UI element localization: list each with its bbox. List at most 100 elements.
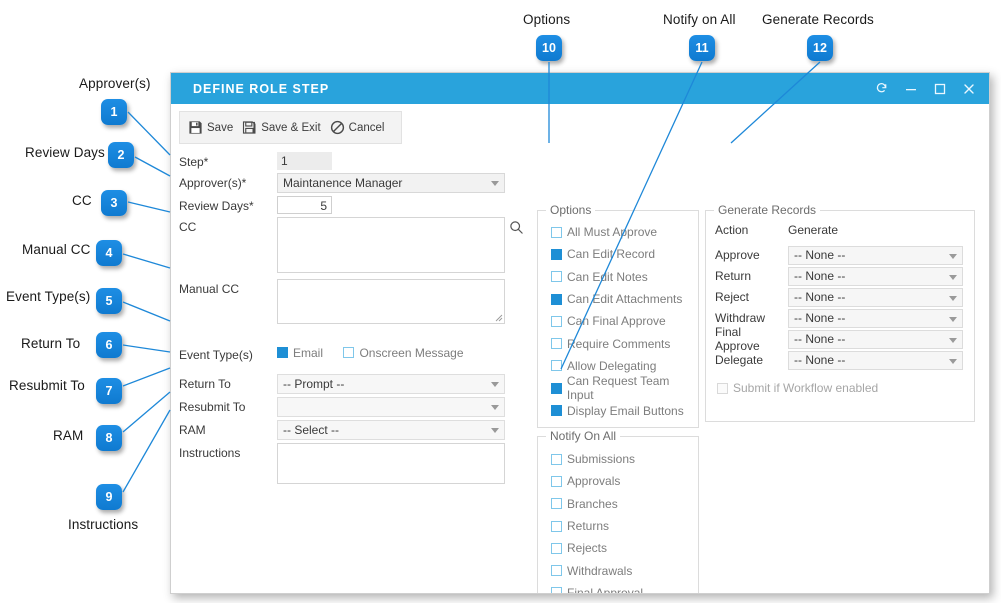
option-require-comments[interactable]: Require Comments bbox=[551, 332, 698, 354]
checkbox-icon[interactable] bbox=[551, 360, 562, 372]
callout-badge-8[interactable]: 8 bbox=[96, 425, 122, 451]
callout-badge-5[interactable]: 5 bbox=[96, 288, 122, 314]
ram-select[interactable]: -- Select -- bbox=[277, 420, 505, 440]
chevron-down-icon bbox=[491, 405, 499, 410]
generate-select-reject[interactable]: -- None -- bbox=[788, 287, 963, 307]
instructions-textarea[interactable] bbox=[277, 443, 505, 484]
save-exit-icon bbox=[242, 120, 261, 135]
callout-badge-3[interactable]: 3 bbox=[101, 190, 127, 216]
generate-select-delegate[interactable]: -- None -- bbox=[788, 350, 963, 370]
return-to-value: -- Prompt -- bbox=[283, 377, 345, 391]
resize-grip-icon[interactable] bbox=[493, 312, 503, 322]
option-can-edit-record[interactable]: Can Edit Record bbox=[551, 243, 698, 265]
checkbox-icon[interactable] bbox=[551, 453, 562, 465]
notify-rejects[interactable]: Rejects bbox=[551, 537, 698, 559]
save-button[interactable]: Save bbox=[188, 120, 233, 135]
generate-select-approve[interactable]: -- None -- bbox=[788, 245, 963, 265]
cc-input[interactable] bbox=[277, 217, 505, 273]
event-types-label: Event Type(s) bbox=[179, 348, 253, 362]
generate-select-value: -- None -- bbox=[794, 289, 846, 304]
checkbox-icon[interactable] bbox=[551, 293, 562, 305]
checkbox-icon[interactable] bbox=[551, 382, 562, 394]
option-label: Can Edit Record bbox=[567, 247, 656, 262]
chevron-down-icon bbox=[491, 428, 499, 433]
callout-badge-1[interactable]: 1 bbox=[101, 99, 127, 125]
callout-label-10: Options bbox=[523, 12, 571, 27]
callout-badge-7[interactable]: 7 bbox=[96, 378, 122, 404]
option-can-final-approve[interactable]: Can Final Approve bbox=[551, 310, 698, 332]
close-icon[interactable] bbox=[954, 73, 983, 104]
callout-label-1: Approver(s) bbox=[79, 76, 151, 91]
search-icon[interactable] bbox=[509, 220, 524, 240]
dialog-toolbar: Save Save & Exit Cancel bbox=[179, 111, 402, 144]
checkbox-icon[interactable] bbox=[551, 475, 562, 487]
resubmit-to-select[interactable] bbox=[277, 397, 505, 417]
generate-select-value: -- None -- bbox=[794, 331, 846, 346]
checkbox-icon[interactable] bbox=[551, 315, 562, 327]
checkbox-icon[interactable] bbox=[551, 587, 562, 593]
callout-badge-9[interactable]: 9 bbox=[96, 484, 122, 510]
checkbox-icon[interactable] bbox=[277, 347, 288, 358]
generate-action-label: Final Approve bbox=[715, 325, 760, 353]
callout-label-8: RAM bbox=[53, 428, 84, 443]
checkbox-icon[interactable] bbox=[551, 405, 562, 417]
option-can-edit-notes[interactable]: Can Edit Notes bbox=[551, 266, 698, 288]
callout-label-2: Review Days bbox=[25, 145, 105, 160]
callout-badge-4[interactable]: 4 bbox=[96, 240, 122, 266]
notify-final-approval[interactable]: Final Approval bbox=[551, 582, 698, 593]
chevron-down-icon bbox=[491, 181, 499, 186]
callout-badge-2[interactable]: 2 bbox=[108, 142, 134, 168]
cc-label: CC bbox=[179, 220, 197, 234]
callout-badge-6[interactable]: 6 bbox=[96, 332, 122, 358]
generate-select-final-approve[interactable]: -- None -- bbox=[788, 329, 963, 349]
option-can-request-team-input[interactable]: Can Request Team Input bbox=[551, 374, 698, 402]
event-type-onscreen-message[interactable]: Onscreen Message bbox=[343, 346, 464, 360]
option-can-edit-attachments[interactable]: Can Edit Attachments bbox=[551, 288, 698, 310]
generate-select-return[interactable]: -- None -- bbox=[788, 266, 963, 286]
notify-returns[interactable]: Returns bbox=[551, 515, 698, 537]
option-display-email-buttons[interactable]: Display Email Buttons bbox=[551, 399, 698, 421]
save-icon bbox=[188, 120, 207, 135]
refresh-icon[interactable] bbox=[867, 73, 896, 104]
checkbox-icon[interactable] bbox=[551, 338, 562, 350]
checkbox-icon[interactable] bbox=[551, 542, 562, 554]
field-return-to: Return To -- Prompt -- bbox=[179, 374, 514, 394]
option-label: Can Final Approve bbox=[567, 314, 666, 329]
chevron-down-icon bbox=[949, 316, 957, 322]
notify-withdrawals[interactable]: Withdrawals bbox=[551, 559, 698, 581]
checkbox-icon[interactable] bbox=[551, 226, 562, 238]
cancel-button[interactable]: Cancel bbox=[330, 120, 385, 135]
checkbox-icon[interactable] bbox=[551, 271, 562, 283]
checkbox-icon[interactable] bbox=[343, 347, 355, 358]
callout-badge-11[interactable]: 11 bbox=[689, 35, 715, 61]
event-type-email[interactable]: Email bbox=[277, 346, 323, 360]
checkbox-icon[interactable] bbox=[551, 498, 562, 510]
callout-line-4 bbox=[122, 253, 171, 269]
field-manual-cc: Manual CC bbox=[179, 279, 514, 324]
maximize-icon[interactable] bbox=[925, 73, 954, 104]
review-days-input[interactable]: 5 bbox=[277, 196, 332, 214]
return-to-select[interactable]: -- Prompt -- bbox=[277, 374, 505, 394]
notify-approvals[interactable]: Approvals bbox=[551, 470, 698, 492]
approver-select[interactable]: Maintanence Manager bbox=[277, 173, 505, 193]
callout-label-9: Instructions bbox=[68, 517, 139, 532]
dialog-titlebar[interactable]: DEFINE ROLE STEP bbox=[171, 73, 989, 104]
cancel-label: Cancel bbox=[348, 121, 385, 134]
notify-branches[interactable]: Branches bbox=[551, 493, 698, 515]
option-all-must-approve[interactable]: All Must Approve bbox=[551, 221, 698, 243]
minimize-icon[interactable] bbox=[896, 73, 925, 104]
checkbox-icon[interactable] bbox=[717, 382, 728, 394]
chevron-down-icon bbox=[949, 337, 957, 343]
submit-if-workflow-row[interactable]: Submit if Workflow enabled bbox=[706, 371, 974, 395]
notify-submissions[interactable]: Submissions bbox=[551, 448, 698, 470]
manual-cc-textarea[interactable] bbox=[277, 279, 505, 324]
checkbox-icon[interactable] bbox=[551, 520, 562, 532]
callout-line-8 bbox=[122, 391, 171, 433]
callout-badge-10[interactable]: 10 bbox=[536, 35, 562, 61]
role-step-form: Step* 1 Approver(s)* Maintanence Manager… bbox=[179, 152, 523, 487]
callout-badge-12[interactable]: 12 bbox=[807, 35, 833, 61]
generate-select-withdraw[interactable]: -- None -- bbox=[788, 308, 963, 328]
checkbox-icon[interactable] bbox=[551, 565, 562, 577]
checkbox-icon[interactable] bbox=[551, 248, 562, 260]
save-and-exit-button[interactable]: Save & Exit bbox=[242, 120, 321, 135]
